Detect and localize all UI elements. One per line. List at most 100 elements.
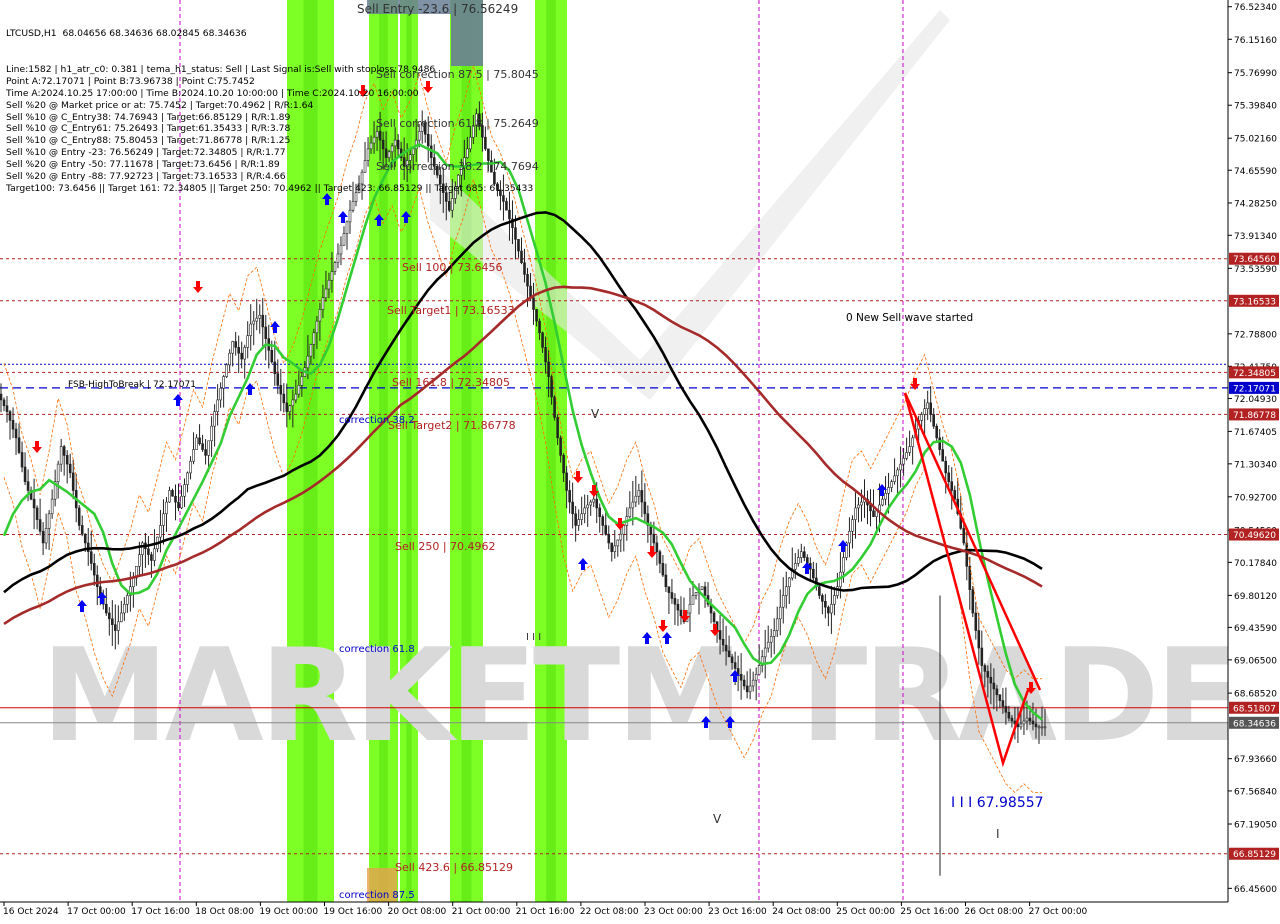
candle <box>544 347 547 363</box>
candle <box>538 320 541 334</box>
candle <box>65 455 69 465</box>
candle <box>830 603 833 614</box>
buy-arrow <box>578 558 588 570</box>
candle <box>592 498 596 503</box>
candle <box>890 481 893 488</box>
info-line: Sell %20 @ Market price or at: 75.7452 |… <box>6 99 314 111</box>
candle <box>787 577 791 588</box>
candle <box>291 399 295 407</box>
wave-mark: I <box>996 827 1000 841</box>
candle <box>902 457 905 465</box>
candle <box>688 603 692 614</box>
candle <box>104 603 108 614</box>
candle <box>986 671 990 678</box>
time-tick-label: 25 Oct 16:00 <box>900 907 959 917</box>
candle <box>225 364 228 377</box>
candle <box>306 355 310 369</box>
wave-label: 0 New Sell wave started <box>846 312 973 324</box>
candle <box>751 679 755 687</box>
candle <box>279 385 283 395</box>
candle <box>911 437 914 447</box>
candle <box>297 385 301 395</box>
candle <box>249 323 253 336</box>
candle <box>854 507 857 520</box>
candle <box>162 513 165 526</box>
candle <box>763 647 767 658</box>
candle <box>793 563 797 570</box>
candle <box>667 586 671 593</box>
candle <box>41 530 45 544</box>
candle <box>1040 726 1044 729</box>
candle <box>117 621 120 631</box>
price-badge-label: 68.51807 <box>1233 704 1276 714</box>
time-tick-label: 23 Oct 00:00 <box>644 907 703 917</box>
correction-label: correction 38.2 <box>339 415 415 426</box>
candle <box>881 498 884 506</box>
candle <box>108 612 111 620</box>
candle <box>553 396 556 418</box>
price-tick-label: 71.30340 <box>1234 460 1277 470</box>
candle <box>893 475 896 482</box>
candle <box>318 309 322 322</box>
candle <box>8 411 12 421</box>
candle <box>745 685 749 693</box>
candle <box>342 233 346 246</box>
candle <box>189 460 192 474</box>
candle <box>833 595 836 605</box>
buy-arrow <box>173 394 183 406</box>
price-tick-label: 69.06500 <box>1234 656 1277 666</box>
candle <box>535 309 538 322</box>
candle <box>730 656 734 663</box>
candle <box>887 487 890 494</box>
candle <box>447 201 451 211</box>
candle <box>938 437 942 450</box>
candle <box>860 501 863 506</box>
price-tick-label: 72.78800 <box>1234 330 1277 340</box>
info-line: Sell %20 @ Entry -88: 77.92723 | Target:… <box>6 171 286 183</box>
candle <box>231 341 234 354</box>
candle <box>727 650 731 658</box>
candle <box>171 490 174 497</box>
price-tick-label: 67.93660 <box>1234 755 1277 765</box>
candle <box>532 297 535 310</box>
candle <box>50 498 54 515</box>
candle <box>784 586 788 596</box>
watermark: MARKETM TRADE <box>41 622 1239 771</box>
price-badge-label: 72.17071 <box>1233 384 1276 394</box>
candle <box>204 449 207 456</box>
price-tick-label: 72.04930 <box>1234 395 1277 405</box>
candle <box>177 501 180 509</box>
candle <box>201 443 204 450</box>
candle <box>228 352 231 366</box>
candle <box>908 446 911 453</box>
price-tick-label: 67.19050 <box>1234 821 1277 831</box>
chart-canvas[interactable]: MARKETM TRADE Sell Entry -23.6 | 76.5624… <box>0 0 1280 920</box>
candle <box>640 490 644 503</box>
info-line: Sell %10 @ C_Entry61: 75.26493 | Target:… <box>6 123 291 135</box>
candle <box>932 414 935 427</box>
candle <box>315 320 319 334</box>
price-tick-label: 76.52340 <box>1234 3 1277 13</box>
candle <box>607 533 611 544</box>
info-panel: LTCUSD,H1 68.04656 68.34636 68.02845 68.… <box>6 4 533 194</box>
candle <box>721 638 725 646</box>
candle <box>778 606 782 620</box>
price-tick-label: 68.68520 <box>1234 690 1277 700</box>
candle <box>974 612 978 631</box>
candle <box>559 437 562 456</box>
time-tick-label: 23 Oct 16:00 <box>708 907 767 917</box>
candle <box>574 513 577 526</box>
candle <box>583 507 586 515</box>
candle <box>0 393 3 401</box>
price-badge-label: 71.86778 <box>1233 411 1276 421</box>
candle <box>923 408 926 415</box>
candle <box>300 376 304 386</box>
time-tick-label: 27 Oct 00:00 <box>1029 907 1088 917</box>
candle <box>962 528 966 544</box>
buy-arrow <box>77 600 87 612</box>
candle <box>661 563 665 576</box>
candle <box>733 662 737 669</box>
candle <box>330 271 334 281</box>
candle <box>775 618 779 631</box>
candle <box>26 481 30 491</box>
